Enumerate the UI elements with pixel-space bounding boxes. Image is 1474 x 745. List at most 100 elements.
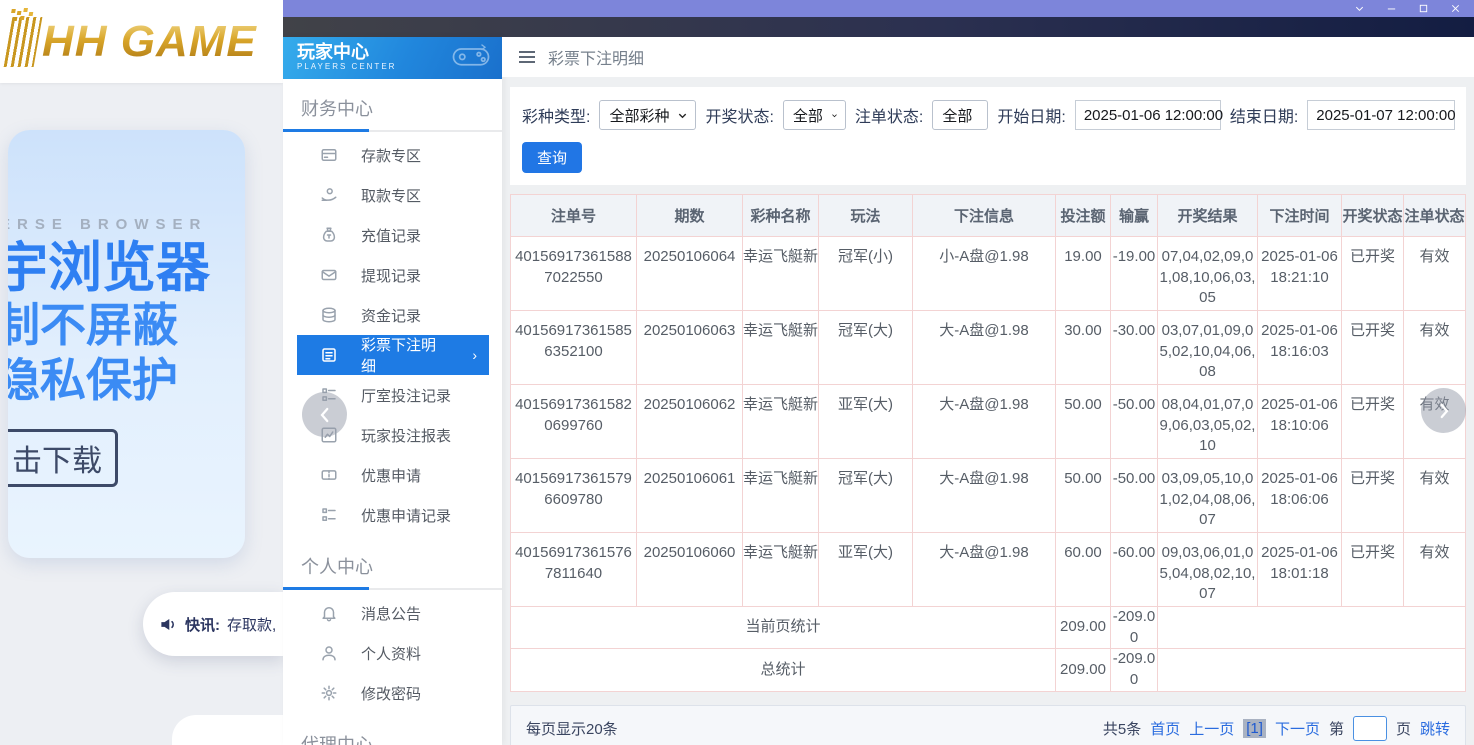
- lottery-type-label: 彩种类型:: [522, 103, 590, 127]
- table-cell: 20250106063: [637, 311, 743, 385]
- ticker-text: 存取款,: [227, 614, 276, 635]
- table-cell: 03,07,01,09,05,02,10,04,06,08: [1158, 311, 1258, 385]
- table-cell: -19.00: [1111, 237, 1158, 311]
- table-cell: 401569173615767811640: [511, 533, 637, 607]
- ticker-label: 快讯:: [185, 614, 220, 635]
- jump-button[interactable]: 跳转: [1420, 718, 1450, 739]
- table-cell: 有效: [1404, 311, 1466, 385]
- table-cell: 03,09,05,10,01,02,04,08,06,07: [1158, 459, 1258, 533]
- column-header: 彩种名称: [743, 195, 819, 237]
- table-cell: 401569173615887022550: [511, 237, 637, 311]
- table-cell: 60.00: [1056, 533, 1111, 607]
- table-row: 40156917361585635210020250106063幸运飞艇新冠军(…: [511, 311, 1466, 385]
- table-row: 40156917361588702255020250106064幸运飞艇新冠军(…: [511, 237, 1466, 311]
- table-cell: 大-A盘@1.98: [913, 533, 1056, 607]
- table-row: 40156917361576781164020250106060幸运飞艇新亚军(…: [511, 533, 1466, 607]
- minimize-button[interactable]: [1386, 3, 1397, 14]
- promo-banner: ERSE BROWSER 宇浏览器 制不屏蔽 隐私保护 击下载: [8, 130, 245, 558]
- stat-cell: 209.00: [1056, 649, 1111, 691]
- sidebar-item-label: 优惠申请记录: [361, 505, 451, 526]
- lottery-doc-icon: [320, 346, 338, 364]
- table-cell: 冠军(大): [819, 459, 913, 533]
- download-button[interactable]: 击下载: [8, 429, 118, 487]
- sidebar: 玩家中心 PLAYERS CENTER 财务中心存款专区取款专区充值记录提现记录…: [283, 37, 502, 745]
- sidebar-item[interactable]: 取款专区: [283, 175, 502, 215]
- table-cell: 小-A盘@1.98: [913, 237, 1056, 311]
- page-total-row: 当前页统计209.00-209.00: [511, 607, 1466, 649]
- speaker-icon: [159, 615, 178, 634]
- section-underline: [283, 130, 502, 132]
- sidebar-item-label: 玩家投注报表: [361, 425, 451, 446]
- column-header: 注单号: [511, 195, 637, 237]
- sidebar-item[interactable]: 提现记录: [283, 255, 502, 295]
- pagination-bar: 每页显示20条 共5条 首页 上一页 [1] 下一页 第 页 跳转: [510, 705, 1466, 745]
- table-cell: 已开奖: [1342, 533, 1404, 607]
- table-cell: 07,04,02,09,01,08,10,06,03,05: [1158, 237, 1258, 311]
- sidebar-item-label: 资金记录: [361, 305, 421, 326]
- search-button[interactable]: 查询: [522, 142, 582, 173]
- table-cell: 401569173615820699760: [511, 385, 637, 459]
- sidebar-item[interactable]: 优惠申请: [283, 455, 502, 495]
- sidebar-item[interactable]: 彩票下注明细›: [297, 335, 489, 375]
- sidebar-item[interactable]: 优惠申请记录: [283, 495, 502, 535]
- sidebar-item[interactable]: 消息公告: [283, 593, 502, 633]
- table-cell: 50.00: [1056, 459, 1111, 533]
- table-cell: 幸运飞艇新: [743, 237, 819, 311]
- deposit-card-icon: [320, 146, 338, 164]
- funds-coins-icon: [320, 306, 338, 324]
- carousel-left-arrow[interactable]: [302, 392, 347, 437]
- table-cell: 2025-01-06 18:16:03: [1258, 311, 1342, 385]
- corner-decoration: [172, 715, 283, 745]
- order-status-select[interactable]: 全部: [932, 100, 988, 130]
- table-cell: 已开奖: [1342, 385, 1404, 459]
- window-content: 玩家中心 PLAYERS CENTER 财务中心存款专区取款专区充值记录提现记录…: [283, 37, 1474, 745]
- table-cell: -60.00: [1111, 533, 1158, 607]
- end-date-input[interactable]: 2025-01-07 12:00:00: [1307, 100, 1455, 130]
- total-count-text: 共5条: [1103, 718, 1141, 739]
- background-page: HH GAME ERSE BROWSER 宇浏览器 制不屏蔽 隐私保护 击下载 …: [0, 0, 283, 745]
- draw-status-select[interactable]: 全部: [783, 100, 846, 130]
- grand-total-row: 总统计209.00-209.00: [511, 649, 1466, 691]
- table-cell: 08,04,01,07,09,06,03,05,02,10: [1158, 385, 1258, 459]
- sidebar-item-label: 充值记录: [361, 225, 421, 246]
- prev-page-link[interactable]: 上一页: [1189, 718, 1234, 739]
- close-button[interactable]: [1450, 3, 1461, 14]
- screen: HH GAME ERSE BROWSER 宇浏览器 制不屏蔽 隐私保护 击下载 …: [0, 0, 1474, 745]
- table-cell: 20250106061: [637, 459, 743, 533]
- table-cell: 19.00: [1056, 237, 1111, 311]
- stat-cell: -209.00: [1111, 649, 1158, 691]
- table-cell: 09,03,06,01,05,04,08,02,10,07: [1158, 533, 1258, 607]
- sidebar-item-label: 消息公告: [361, 603, 421, 624]
- sidebar-item-label: 优惠申请: [361, 465, 421, 486]
- sidebar-item[interactable]: 充值记录: [283, 215, 502, 255]
- next-page-link[interactable]: 下一页: [1275, 718, 1320, 739]
- site-logo: HH GAME: [42, 17, 257, 67]
- current-page-indicator[interactable]: [1]: [1243, 719, 1266, 738]
- order-status-label: 注单状态:: [855, 103, 923, 127]
- sidebar-item[interactable]: 修改密码: [283, 673, 502, 713]
- table-cell: 幸运飞艇新: [743, 533, 819, 607]
- lottery-type-select[interactable]: 全部彩种: [599, 100, 696, 130]
- banner-tagline: ERSE BROWSER: [8, 216, 245, 233]
- sidebar-item-label: 厅室投注记录: [361, 385, 451, 406]
- banner-line: 制不屏蔽: [8, 298, 245, 352]
- window-toolbar-strip: [283, 17, 1474, 37]
- first-page-link[interactable]: 首页: [1150, 718, 1180, 739]
- jump-label-pre: 第: [1329, 718, 1344, 739]
- sidebar-item[interactable]: 资金记录: [283, 295, 502, 335]
- start-date-input[interactable]: 2025-01-06 12:00:00: [1075, 100, 1221, 130]
- stat-cell: -209.00: [1111, 607, 1158, 649]
- jump-page-input[interactable]: [1353, 716, 1387, 741]
- maximize-button[interactable]: [1418, 3, 1429, 14]
- table-cell: 已开奖: [1342, 237, 1404, 311]
- chevron-down-icon[interactable]: [1354, 3, 1365, 14]
- menu-toggle-icon[interactable]: [519, 51, 535, 63]
- sidebar-item[interactable]: 存款专区: [283, 135, 502, 175]
- promo-record-icon: [320, 506, 338, 524]
- gamepad-icon: [450, 41, 492, 76]
- carousel-right-arrow[interactable]: [1421, 388, 1466, 433]
- sidebar-item[interactable]: 个人资料: [283, 633, 502, 673]
- stat-cell: [1158, 649, 1466, 691]
- stat-cell: 总统计: [511, 649, 1056, 691]
- table-cell: 2025-01-06 18:10:06: [1258, 385, 1342, 459]
